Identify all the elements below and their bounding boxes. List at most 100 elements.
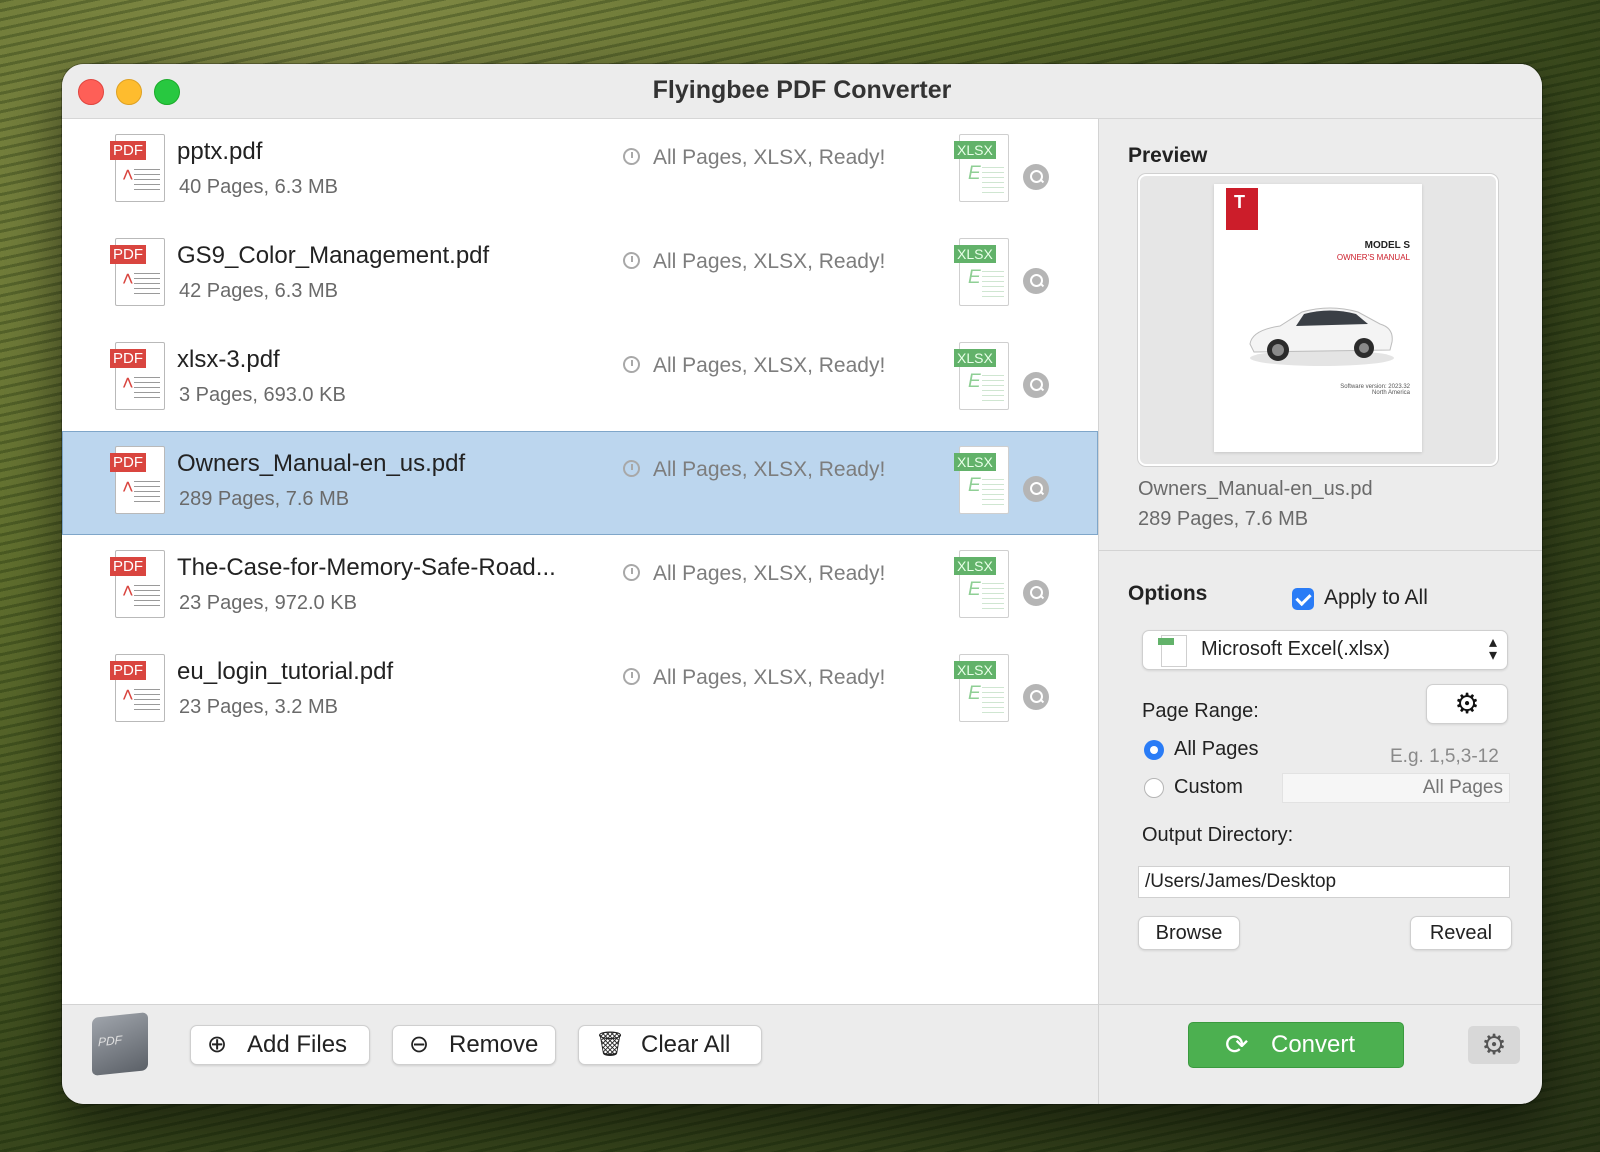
cell-lines-icon xyxy=(982,687,1004,713)
file-meta: 40 Pages, 6.3 MB xyxy=(179,176,338,198)
file-status: All Pages, XLSX, Ready! xyxy=(653,354,886,377)
pdf-file-icon: PDF ˄ xyxy=(110,134,165,202)
acrobat-glyph-icon: ˄ xyxy=(122,581,134,603)
custom-range-field[interactable] xyxy=(1282,773,1510,803)
apply-to-all-label[interactable]: Apply to All xyxy=(1324,586,1428,610)
acrobat-glyph-icon: ˄ xyxy=(122,165,134,187)
output-directory-input[interactable] xyxy=(1139,867,1509,897)
apply-to-all-checkbox[interactable] xyxy=(1292,588,1314,610)
cell-lines-icon xyxy=(982,583,1004,609)
gear-icon: ⚙ xyxy=(1454,688,1480,719)
preview-document-page: MODEL S OWNER'S MANUAL Software version:… xyxy=(1214,184,1422,452)
file-status: All Pages, XLSX, Ready! xyxy=(653,250,886,273)
window-title: Flyingbee PDF Converter xyxy=(652,76,952,104)
clock-icon xyxy=(623,356,640,373)
excel-letter: E xyxy=(968,579,981,600)
file-status: All Pages, XLSX, Ready! xyxy=(653,458,886,481)
file-row[interactable]: PDF ˄ pptx.pdf 40 Pages, 6.3 MB All Page… xyxy=(62,119,1098,223)
pdf-file-icon: PDF ˄ xyxy=(110,550,165,618)
file-list: PDF ˄ pptx.pdf 40 Pages, 6.3 MB All Page… xyxy=(62,119,1098,1034)
magnifier-icon[interactable] xyxy=(1023,684,1049,710)
cell-lines-icon xyxy=(982,271,1004,297)
file-name: eu_login_tutorial.pdf xyxy=(177,658,394,685)
page-range-settings-button[interactable]: ⚙ xyxy=(1426,684,1508,724)
convert-label: Convert xyxy=(1271,1031,1356,1058)
magnifier-icon[interactable] xyxy=(1023,268,1049,294)
magnifier-icon[interactable] xyxy=(1023,476,1049,502)
custom-range-label[interactable]: Custom xyxy=(1174,776,1243,799)
file-status: All Pages, XLSX, Ready! xyxy=(653,562,886,585)
file-name: GS9_Color_Management.pdf xyxy=(177,242,490,269)
add-file-icon: ⊕ xyxy=(207,1031,228,1058)
custom-range-radio[interactable] xyxy=(1144,778,1164,798)
xlsx-file-icon: XLSX E xyxy=(954,342,1009,410)
file-meta: 289 Pages, 7.6 MB xyxy=(179,488,350,510)
preview-doc-version: Software version: 2023.32 North America xyxy=(1340,384,1410,396)
gear-icon: ⚙ xyxy=(1481,1029,1507,1060)
clear-all-button[interactable]: 🗑 Clear All xyxy=(578,1025,762,1065)
magnifier-icon[interactable] xyxy=(1023,372,1049,398)
pdf-file-icon: PDF ˄ xyxy=(110,654,165,722)
options-divider xyxy=(1099,550,1542,551)
cell-lines-icon xyxy=(982,375,1004,401)
magnifier-icon[interactable] xyxy=(1023,580,1049,606)
remove-file-icon: ⊖ xyxy=(409,1031,430,1058)
preview-file-meta: 289 Pages, 7.6 MB xyxy=(1138,508,1309,530)
pdf-file-icon: PDF ˄ xyxy=(110,446,165,514)
xlsx-tag: XLSX xyxy=(954,245,996,263)
file-row[interactable]: PDF ˄ xlsx-3.pdf 3 Pages, 693.0 KB All P… xyxy=(62,327,1098,431)
page-range-label: Page Range: xyxy=(1142,700,1259,722)
text-lines-icon xyxy=(134,169,160,193)
app-window: Flyingbee PDF Converter PDF ˄ pptx.pdf 4… xyxy=(62,64,1542,1104)
magnifier-icon[interactable] xyxy=(1023,164,1049,190)
output-directory-label: Output Directory: xyxy=(1142,824,1294,846)
browse-button[interactable]: Browse xyxy=(1138,916,1240,950)
chevron-updown-icon: ▴ ▾ xyxy=(1488,634,1497,664)
file-row[interactable]: PDF ˄ Owners_Manual-en_us.pdf 289 Pages,… xyxy=(62,431,1098,535)
all-pages-label[interactable]: All Pages xyxy=(1174,738,1259,761)
text-lines-icon xyxy=(134,377,160,401)
preview-doc-subtitle: OWNER'S MANUAL xyxy=(1336,253,1410,262)
reveal-button[interactable]: Reveal xyxy=(1410,916,1512,950)
refresh-icon: ⟳ xyxy=(1225,1029,1249,1060)
xlsx-tag: XLSX xyxy=(954,453,996,471)
custom-range-input[interactable] xyxy=(1283,774,1509,802)
output-format-select[interactable]: Microsoft Excel(.xlsx) ▴ ▾ xyxy=(1142,630,1508,670)
preview-file-name: Owners_Manual-en_us.pd xyxy=(1138,478,1373,500)
xlsx-tag: XLSX xyxy=(954,349,996,367)
output-format-value: Microsoft Excel(.xlsx) xyxy=(1201,638,1390,660)
add-files-button[interactable]: ⊕ Add Files xyxy=(190,1025,370,1065)
xlsx-file-icon: XLSX E xyxy=(954,654,1009,722)
pdf-file-icon: PDF ˄ xyxy=(110,342,165,410)
pdf-tag: PDF xyxy=(110,245,146,264)
output-directory-field[interactable] xyxy=(1138,866,1510,898)
file-name: Owners_Manual-en_us.pdf xyxy=(177,450,466,477)
file-row[interactable]: PDF ˄ eu_login_tutorial.pdf 23 Pages, 3.… xyxy=(62,639,1098,743)
car-image xyxy=(1249,307,1394,366)
file-row[interactable]: PDF ˄ The-Case-for-Memory-Safe-Road... 2… xyxy=(62,535,1098,639)
all-pages-radio[interactable] xyxy=(1144,740,1164,760)
preview-thumbnail[interactable]: MODEL S OWNER'S MANUAL Software version:… xyxy=(1138,174,1498,466)
xlsx-file-icon: XLSX E xyxy=(954,134,1009,202)
xlsx-file-icon: XLSX E xyxy=(954,550,1009,618)
pdf-tag: PDF xyxy=(110,349,146,368)
clock-icon xyxy=(623,460,640,477)
cell-lines-icon xyxy=(982,479,1004,505)
file-status: All Pages, XLSX, Ready! xyxy=(653,666,886,689)
file-row[interactable]: PDF ˄ GS9_Color_Management.pdf 42 Pages,… xyxy=(62,223,1098,327)
clock-icon xyxy=(623,148,640,165)
excel-letter: E xyxy=(968,683,981,704)
convert-button[interactable]: ⟳ Convert xyxy=(1188,1022,1404,1068)
text-lines-icon xyxy=(134,585,160,609)
acrobat-glyph-icon: ˄ xyxy=(122,685,134,707)
panel-divider xyxy=(1098,119,1099,1104)
xlsx-tag: XLSX xyxy=(954,141,996,159)
remove-button[interactable]: ⊖ Remove xyxy=(392,1025,556,1065)
acrobat-glyph-icon: ˄ xyxy=(122,373,134,395)
add-files-label: Add Files xyxy=(247,1031,348,1058)
xlsx-tag: XLSX xyxy=(954,661,996,679)
text-lines-icon xyxy=(134,481,160,505)
settings-button[interactable]: ⚙ xyxy=(1468,1026,1520,1064)
acrobat-glyph-icon: ˄ xyxy=(122,477,134,499)
file-name: xlsx-3.pdf xyxy=(177,346,280,373)
